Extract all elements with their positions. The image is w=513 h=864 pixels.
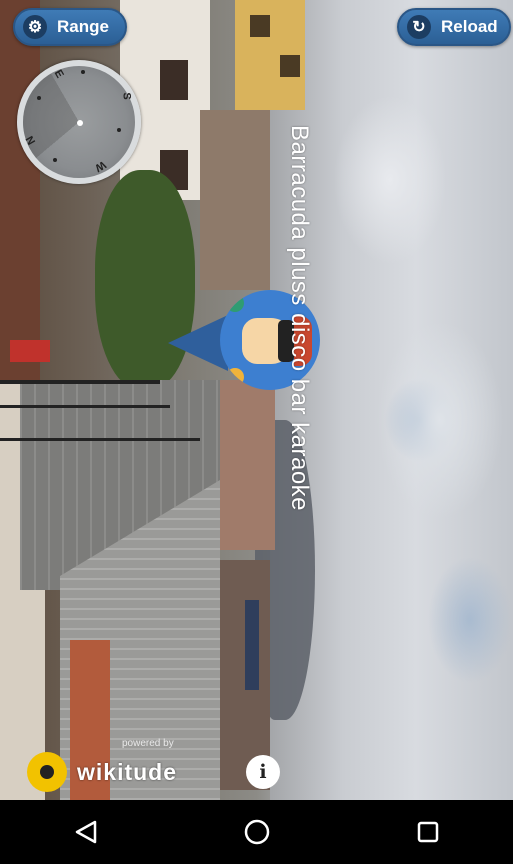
radar-center-dot — [77, 120, 83, 126]
home-button[interactable] — [227, 807, 287, 857]
wikitude-brand-text: wikitude — [77, 758, 178, 785]
window — [280, 55, 300, 77]
back-button[interactable] — [56, 807, 116, 857]
radar-tick — [117, 128, 121, 132]
recents-button[interactable] — [398, 807, 458, 857]
power-line — [0, 380, 160, 384]
wikitude-branding: powered by wikitude — [27, 738, 178, 794]
powered-by-label: powered by — [122, 738, 174, 749]
marker-pointer — [168, 315, 228, 371]
refresh-icon: ↻ — [407, 15, 431, 39]
balcony — [10, 340, 50, 362]
recents-icon — [417, 821, 438, 843]
window — [250, 15, 270, 37]
range-label: Range — [57, 17, 109, 36]
reload-button[interactable]: ↻ Reload — [397, 8, 511, 46]
music-note-icon — [226, 368, 244, 386]
range-button[interactable]: ⚙ Range — [13, 8, 127, 46]
music-note-icon — [226, 294, 244, 312]
info-icon: i — [259, 761, 267, 783]
power-line — [0, 405, 170, 408]
power-line — [0, 438, 200, 441]
building — [200, 110, 270, 290]
gear-icon: ⚙ — [23, 15, 47, 39]
radar-tick — [37, 96, 41, 100]
radar-tick — [53, 158, 57, 162]
building-wall — [0, 0, 40, 380]
radar-tick — [81, 70, 85, 74]
window — [160, 60, 188, 100]
home-icon — [244, 819, 269, 845]
back-icon — [75, 820, 96, 844]
radar: E S W N — [17, 60, 141, 184]
reload-label: Reload — [441, 17, 498, 36]
window — [245, 600, 259, 690]
info-button[interactable]: i — [246, 755, 280, 789]
radar-direction-s: S — [120, 92, 133, 100]
system-navigation-bar — [0, 800, 513, 864]
poi-name-label[interactable]: Barracuda pluss disco bar karaoke — [285, 125, 313, 511]
wikitude-logo-icon — [27, 752, 67, 792]
